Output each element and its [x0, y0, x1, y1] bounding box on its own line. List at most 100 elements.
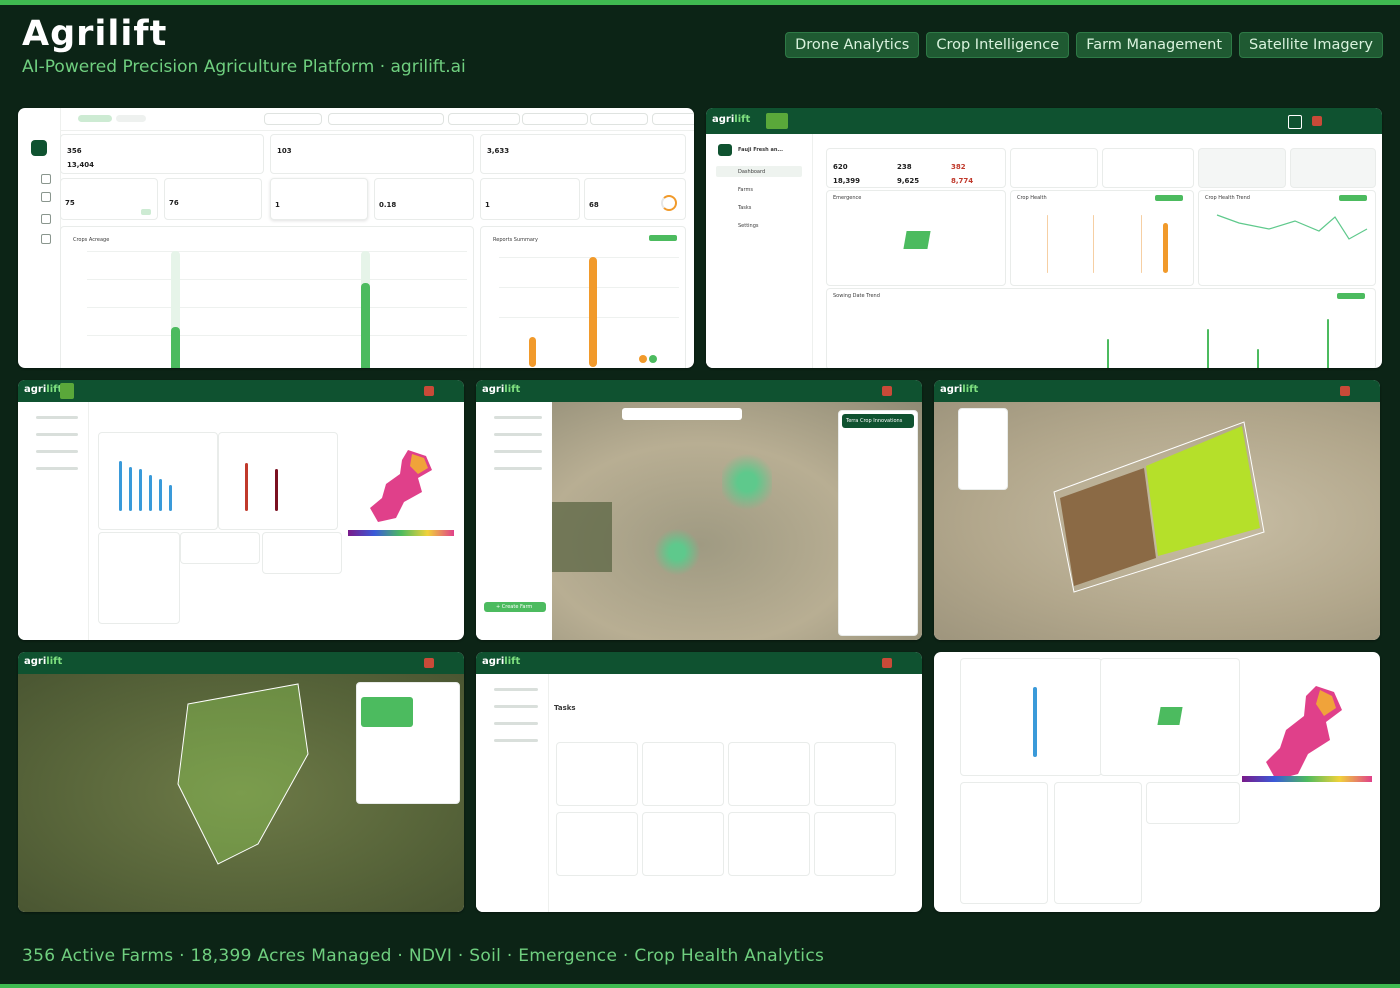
seed-variety-chart — [960, 658, 1102, 776]
filter-bar — [60, 108, 694, 131]
agrilift-logo: agrilift — [940, 384, 979, 395]
weather-panel — [356, 682, 460, 804]
crop-health-chart: Crop Health — [1010, 190, 1194, 286]
sidebar — [18, 402, 89, 640]
soil-condition-chart — [218, 432, 338, 530]
trend-line — [1216, 214, 1368, 240]
kpi-turnaround-time: 1 — [480, 178, 580, 220]
screenshot-tasks: agrilift Tasks — [476, 652, 922, 912]
agrilift-logo: agrilift — [24, 656, 63, 667]
farms-poor-emergence — [1054, 782, 1142, 904]
bottom-accent-bar — [0, 984, 1400, 988]
agrilift-logo: agrilift — [712, 114, 751, 125]
avatar[interactable] — [424, 386, 434, 396]
nav-settings[interactable]: Settings — [738, 223, 759, 229]
kpi-processing-time: 0.18 — [374, 178, 474, 220]
agrilift-logo: agrilift — [482, 656, 521, 667]
sidebar — [18, 108, 61, 368]
emergence-panel: Emergence — [826, 190, 1006, 286]
tag-farm-management[interactable]: Farm Management — [1076, 32, 1233, 58]
sowing-date-trend-chart: Sowing Date Trend — [826, 288, 1376, 368]
screenshot-field-weather-map: agrilift — [18, 652, 464, 912]
app-bar: agrilift — [18, 652, 464, 674]
task-card[interactable] — [642, 742, 724, 806]
notification-icon[interactable] — [1288, 115, 1302, 129]
create-farm-button[interactable]: + Create Farm — [484, 602, 546, 612]
screenshot-seed-variety: agrilift — [18, 380, 464, 640]
map-search-input[interactable] — [622, 408, 742, 420]
screenshot-seed-variety-2 — [934, 652, 1380, 912]
sidebar — [476, 674, 549, 912]
kpi-card-b — [1102, 148, 1194, 188]
screenshot-crop-dashboard: agrilift Fauji Fresh an... Dashboard Far… — [706, 108, 1382, 368]
avatar[interactable] — [882, 658, 892, 668]
feature-tags: Drone Analytics Crop Intelligence Farm M… — [785, 32, 1383, 58]
no-data-icon — [903, 231, 931, 249]
task-card[interactable] — [642, 812, 724, 876]
top-accent-bar — [0, 0, 1400, 5]
page-title: Agrilift — [22, 14, 168, 54]
footer-stats: 356 Active Farms · 18,399 Acres Managed … — [22, 946, 825, 966]
farms-events-captured — [262, 532, 342, 574]
kpi-farms: 620 18,399 238 9,625 382 8,774 — [826, 148, 1006, 188]
app-bar: agrilift — [706, 108, 1382, 134]
nav-farms[interactable]: Farms — [738, 187, 753, 193]
app-bar: agrilift — [476, 380, 922, 402]
agrilift-logo: agrilift — [482, 384, 521, 395]
farms-poor-health — [98, 532, 180, 624]
tag-crop-intelligence[interactable]: Crop Intelligence — [926, 32, 1070, 58]
kpi-farms-visited: 75 — [60, 178, 158, 220]
task-card[interactable] — [556, 812, 638, 876]
color-scale — [1242, 776, 1372, 782]
farms-poor-health — [960, 782, 1048, 904]
seed-variety-chart — [98, 432, 218, 530]
reports-summary-chart: Reports Summary — [480, 226, 686, 368]
tag-drone-analytics[interactable]: Drone Analytics — [785, 32, 920, 58]
color-scale — [348, 530, 454, 536]
kpi-flight-recency: 1 — [270, 178, 368, 220]
client-logo — [766, 113, 788, 129]
app-bar: agrilift — [934, 380, 1380, 402]
farms-poor-emergence — [180, 532, 260, 564]
sidebar: + Create Farm — [476, 402, 553, 640]
view-details-button[interactable] — [649, 235, 677, 241]
crops-acreage-chart: Crops Acreage — [60, 226, 474, 368]
task-card[interactable] — [728, 812, 810, 876]
avatar[interactable] — [424, 658, 434, 668]
donut-icon — [661, 195, 677, 211]
view-details-button[interactable] — [1337, 293, 1365, 299]
page-subtitle: AI-Powered Precision Agriculture Platfor… — [22, 57, 466, 77]
heatmap-shape — [370, 450, 432, 522]
sidebar: Fauji Fresh an... Dashboard Farms Tasks … — [706, 134, 813, 368]
avatar[interactable] — [882, 386, 892, 396]
nav-tasks[interactable]: Tasks — [738, 205, 751, 211]
task-card[interactable] — [728, 742, 810, 806]
agrilift-logo: agrilift — [24, 384, 63, 395]
task-card[interactable] — [814, 742, 896, 806]
screenshot-analytics-dashboard: 356 13,404 103 3,633 75 76 1 0.18 1 68 C… — [18, 108, 694, 368]
task-card[interactable] — [556, 742, 638, 806]
avatar[interactable] — [1340, 386, 1350, 396]
farms-events-captured — [1146, 782, 1240, 824]
kpi-acres: 3,633 — [480, 134, 686, 174]
tag-satellite-imagery[interactable]: Satellite Imagery — [1239, 32, 1383, 58]
avatar[interactable] — [1312, 116, 1322, 126]
app-bar: agrilift — [476, 652, 922, 674]
kpi-card-d — [1290, 148, 1376, 188]
logo-icon — [31, 140, 47, 156]
task-card[interactable] — [814, 812, 896, 876]
soil-condition-chart — [1100, 658, 1240, 776]
kpi-farms: 356 13,404 — [60, 134, 264, 174]
farm-info-panel — [958, 408, 1008, 490]
kpi-card-a — [1010, 148, 1098, 188]
kpi-flights: 103 — [270, 134, 474, 174]
view-details-button[interactable] — [1155, 195, 1183, 201]
kpi-total-visits: 76 — [164, 178, 262, 220]
kpi-emergence: 68 — [584, 178, 686, 220]
crop-health-trend-chart: Crop Health Trend — [1198, 190, 1376, 286]
pakistan-heatmap — [356, 448, 444, 528]
screenshot-farms-map: agrilift + Create Farm Terra Crop Innova… — [476, 380, 922, 640]
app-bar: agrilift — [18, 380, 464, 402]
farms-list-panel: Terra Crop Innovations — [838, 410, 918, 636]
nav-dashboard[interactable]: Dashboard — [738, 169, 765, 175]
